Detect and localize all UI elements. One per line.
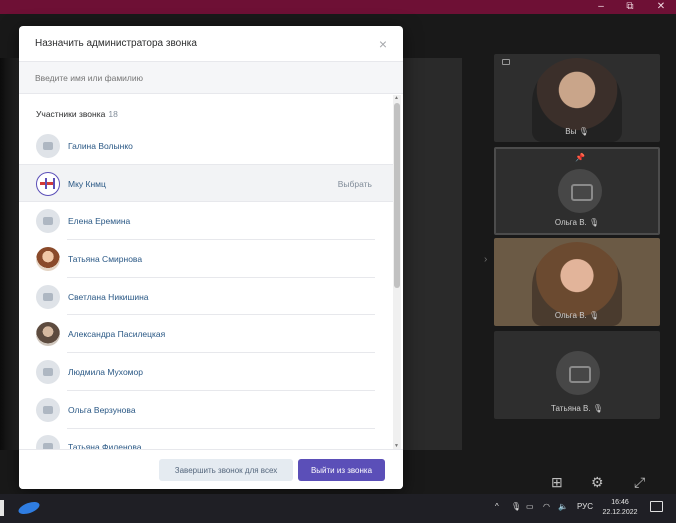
camera-placeholder-icon [36,397,60,422]
mic-off-icon: 🎙 [589,218,600,227]
window-titlebar: – ⧉ ✕ [0,0,676,14]
close-icon[interactable]: × [379,36,387,52]
dialog-header: Назначить администратора звонка × [19,26,403,62]
camera-placeholder-icon [36,284,60,309]
mic-off-icon: 🎙 [589,311,600,320]
clock-date: 22.12.2022 [602,509,638,516]
participant-name[interactable]: Мку Кнмц [68,179,106,189]
participant-name[interactable]: Галина Волынко [68,141,133,151]
list-item[interactable]: Светлана Никишина [19,278,393,316]
tile-name: Татьяна В. 🎙 [550,404,603,413]
participant-tile[interactable]: Татьяна В. 🎙 [494,331,660,419]
list-item[interactable]: Мку Кнмц Выбрать [19,164,393,203]
participant-name[interactable]: Людмила Мухомор [68,367,143,377]
scroll-thumb[interactable] [394,103,400,288]
tray-chevron-icon[interactable]: ^ [495,502,499,511]
clock[interactable]: 16:46 22.12.2022 [598,498,642,518]
participant-count: 18 [108,109,118,119]
participant-name[interactable]: Светлана Никишина [68,292,149,302]
list-item[interactable]: Татьяна Смирнова [19,240,393,278]
mic-off-icon: 🎙 [592,404,603,413]
close-window-button[interactable]: ✕ [646,0,676,14]
battery-icon[interactable]: ▭ [526,502,534,511]
microphone-icon[interactable]: 🎙 [511,502,521,511]
section-label: Участники звонка 18 [36,109,118,119]
participant-name[interactable]: Татьяна Смирнова [68,254,142,264]
list-item[interactable]: Ольга Верзунова [19,391,393,429]
grid-view-icon[interactable]: ⊞ [551,474,563,491]
assign-admin-dialog: Назначить администратора звонка × Участн… [19,26,403,489]
participant-list: Галина Волынко Мку Кнмц Выбрать Елена Ереми… [19,127,393,449]
search-input[interactable] [35,72,387,83]
camera-icon [502,59,510,65]
participant-tile[interactable]: Вы 🎙 [494,54,660,142]
camera-off-icon [558,169,602,213]
participants-panel: Участники звонка 18 Галина Волынко Мку Кнм… [19,95,403,449]
list-item[interactable]: Елена Еремина [19,202,393,241]
pin-icon[interactable]: 📌 [575,153,585,162]
scrollbar[interactable]: ▲ ▼ [393,95,401,449]
list-item[interactable]: Галина Волынко [19,127,393,165]
list-item[interactable]: Татьяна Филенова [19,429,393,449]
chevron-right-icon[interactable]: › [484,254,487,265]
tile-name: Вы 🎙 [565,127,589,136]
participant-name[interactable]: Александра Пасилецкая [68,329,165,339]
camera-placeholder-icon [36,133,60,158]
dialog-title: Назначить администратора звонка [35,38,197,49]
notification-icon[interactable] [650,501,663,512]
minimize-button[interactable]: – [586,0,616,14]
wifi-icon[interactable]: ◠ [543,502,550,511]
taskbar: ^ 🎙 ▭ ◠ 🔈 РУС 16:46 22.12.2022 [0,494,676,523]
taskbar-edge [0,500,4,516]
camera-placeholder-icon [36,435,60,449]
choose-button[interactable]: Выбрать [338,179,372,189]
participant-name[interactable]: Елена Еремина [68,216,130,226]
tile-name: Ольга В. 🎙 [554,218,600,227]
camera-placeholder-icon [36,209,60,234]
restore-button[interactable]: ⧉ [615,0,645,14]
camera-off-icon [556,351,600,395]
mic-off-icon: 🎙 [578,127,589,136]
fullscreen-icon[interactable]: ⤢ [634,474,645,491]
avatar [36,246,60,271]
clock-time: 16:46 [611,499,629,506]
participant-tile[interactable]: Ольга В. 🎙 [494,238,660,326]
participant-name[interactable]: Ольга Верзунова [68,405,136,415]
list-item[interactable]: Александра Пасилецкая [19,315,393,354]
search-bar [19,62,403,94]
avatar [36,322,60,347]
list-item[interactable]: Людмила Мухомор [19,353,393,391]
avatar [36,171,60,196]
volume-icon[interactable]: 🔈 [558,502,568,511]
dialog-footer: Завершить звонок для всех Выйти из звонк… [19,449,403,489]
scroll-up-icon[interactable]: ▲ [394,95,399,101]
participant-tile[interactable]: 📌 Ольга В. 🎙 [494,147,660,235]
camera-placeholder-icon [36,359,60,384]
language-indicator[interactable]: РУС [577,502,593,511]
leave-call-button[interactable]: Выйти из звонка [298,459,385,481]
end-call-for-all-button[interactable]: Завершить звонок для всех [159,459,293,481]
tile-name: Ольга В. 🎙 [554,311,600,320]
gear-icon[interactable]: ⚙ [591,474,604,491]
participant-name[interactable]: Татьяна Филенова [68,442,142,449]
app-icon[interactable] [16,499,42,517]
